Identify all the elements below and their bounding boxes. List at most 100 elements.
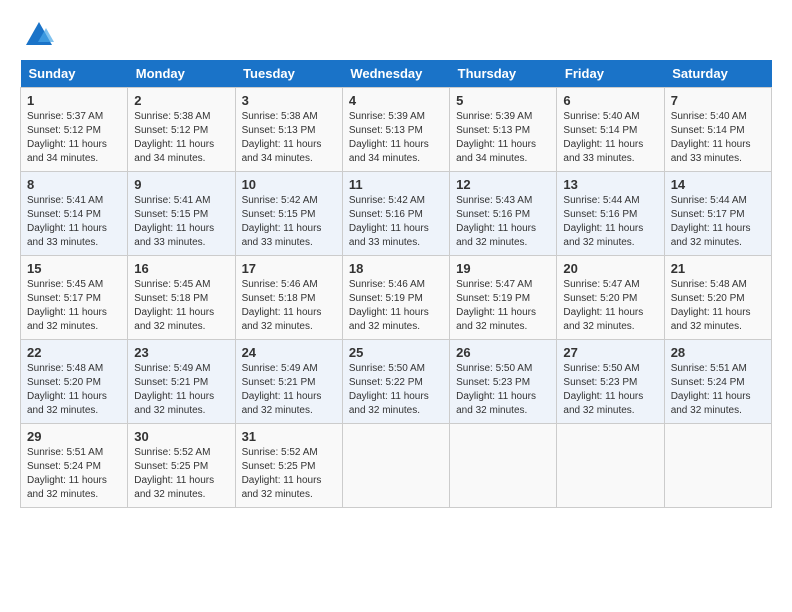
day-number: 15 bbox=[27, 261, 121, 276]
calendar-cell: 7 Sunrise: 5:40 AM Sunset: 5:14 PM Daylig… bbox=[664, 88, 771, 172]
day-number: 14 bbox=[671, 177, 765, 192]
day-info: Sunrise: 5:52 AM Sunset: 5:25 PM Dayligh… bbox=[134, 446, 228, 502]
weekday-header-friday: Friday bbox=[557, 60, 664, 88]
day-number: 7 bbox=[671, 93, 765, 108]
calendar-cell: 4 Sunrise: 5:39 AM Sunset: 5:13 PM Daylig… bbox=[342, 88, 449, 172]
day-number: 13 bbox=[563, 177, 657, 192]
day-info: Sunrise: 5:45 AM Sunset: 5:17 PM Dayligh… bbox=[27, 278, 121, 334]
calendar-cell: 13 Sunrise: 5:44 AM Sunset: 5:16 PM Dayli… bbox=[557, 172, 664, 256]
calendar-cell bbox=[450, 424, 557, 508]
day-number: 25 bbox=[349, 345, 443, 360]
day-number: 18 bbox=[349, 261, 443, 276]
day-info: Sunrise: 5:51 AM Sunset: 5:24 PM Dayligh… bbox=[671, 362, 765, 418]
day-number: 17 bbox=[242, 261, 336, 276]
weekday-header-row: SundayMondayTuesdayWednesdayThursdayFrid… bbox=[21, 60, 772, 88]
day-info: Sunrise: 5:44 AM Sunset: 5:17 PM Dayligh… bbox=[671, 194, 765, 250]
day-number: 12 bbox=[456, 177, 550, 192]
calendar-week-row: 15 Sunrise: 5:45 AM Sunset: 5:17 PM Dayli… bbox=[21, 256, 772, 340]
day-info: Sunrise: 5:51 AM Sunset: 5:24 PM Dayligh… bbox=[27, 446, 121, 502]
calendar-cell: 10 Sunrise: 5:42 AM Sunset: 5:15 PM Dayli… bbox=[235, 172, 342, 256]
day-number: 23 bbox=[134, 345, 228, 360]
calendar-cell bbox=[342, 424, 449, 508]
calendar-week-row: 29 Sunrise: 5:51 AM Sunset: 5:24 PM Dayli… bbox=[21, 424, 772, 508]
page-header bbox=[20, 20, 772, 50]
calendar-cell: 3 Sunrise: 5:38 AM Sunset: 5:13 PM Daylig… bbox=[235, 88, 342, 172]
calendar-cell: 11 Sunrise: 5:42 AM Sunset: 5:16 PM Dayli… bbox=[342, 172, 449, 256]
calendar-week-row: 1 Sunrise: 5:37 AM Sunset: 5:12 PM Daylig… bbox=[21, 88, 772, 172]
day-info: Sunrise: 5:52 AM Sunset: 5:25 PM Dayligh… bbox=[242, 446, 336, 502]
day-info: Sunrise: 5:40 AM Sunset: 5:14 PM Dayligh… bbox=[563, 110, 657, 166]
day-number: 29 bbox=[27, 429, 121, 444]
day-number: 20 bbox=[563, 261, 657, 276]
day-info: Sunrise: 5:49 AM Sunset: 5:21 PM Dayligh… bbox=[134, 362, 228, 418]
weekday-header-wednesday: Wednesday bbox=[342, 60, 449, 88]
day-number: 11 bbox=[349, 177, 443, 192]
day-number: 26 bbox=[456, 345, 550, 360]
day-info: Sunrise: 5:48 AM Sunset: 5:20 PM Dayligh… bbox=[671, 278, 765, 334]
day-info: Sunrise: 5:50 AM Sunset: 5:23 PM Dayligh… bbox=[563, 362, 657, 418]
weekday-header-thursday: Thursday bbox=[450, 60, 557, 88]
day-number: 8 bbox=[27, 177, 121, 192]
calendar-cell: 22 Sunrise: 5:48 AM Sunset: 5:20 PM Dayli… bbox=[21, 340, 128, 424]
calendar-cell: 15 Sunrise: 5:45 AM Sunset: 5:17 PM Dayli… bbox=[21, 256, 128, 340]
calendar-cell: 26 Sunrise: 5:50 AM Sunset: 5:23 PM Dayli… bbox=[450, 340, 557, 424]
day-info: Sunrise: 5:50 AM Sunset: 5:23 PM Dayligh… bbox=[456, 362, 550, 418]
calendar-cell: 29 Sunrise: 5:51 AM Sunset: 5:24 PM Dayli… bbox=[21, 424, 128, 508]
day-info: Sunrise: 5:39 AM Sunset: 5:13 PM Dayligh… bbox=[349, 110, 443, 166]
day-info: Sunrise: 5:47 AM Sunset: 5:19 PM Dayligh… bbox=[456, 278, 550, 334]
logo bbox=[20, 20, 54, 50]
day-number: 4 bbox=[349, 93, 443, 108]
calendar-cell: 2Sunrise: 5:38 AM Sunset: 5:12 PM Daylig… bbox=[128, 88, 235, 172]
calendar-cell bbox=[557, 424, 664, 508]
day-number: 9 bbox=[134, 177, 228, 192]
day-number: 3 bbox=[242, 93, 336, 108]
calendar-cell: 17 Sunrise: 5:46 AM Sunset: 5:18 PM Dayli… bbox=[235, 256, 342, 340]
day-number: 16 bbox=[134, 261, 228, 276]
calendar-cell bbox=[664, 424, 771, 508]
calendar-cell: 5 Sunrise: 5:39 AM Sunset: 5:13 PM Daylig… bbox=[450, 88, 557, 172]
calendar-week-row: 8 Sunrise: 5:41 AM Sunset: 5:14 PM Daylig… bbox=[21, 172, 772, 256]
day-number: 2 bbox=[134, 93, 228, 108]
day-info: Sunrise: 5:40 AM Sunset: 5:14 PM Dayligh… bbox=[671, 110, 765, 166]
calendar-cell: 24Sunrise: 5:49 AM Sunset: 5:21 PM Dayli… bbox=[235, 340, 342, 424]
day-number: 1 bbox=[27, 93, 121, 108]
calendar-cell: 16 Sunrise: 5:45 AM Sunset: 5:18 PM Dayli… bbox=[128, 256, 235, 340]
calendar-cell: 25 Sunrise: 5:50 AM Sunset: 5:22 PM Dayli… bbox=[342, 340, 449, 424]
day-info: Sunrise: 5:41 AM Sunset: 5:15 PM Dayligh… bbox=[134, 194, 228, 250]
day-number: 19 bbox=[456, 261, 550, 276]
calendar-week-row: 22 Sunrise: 5:48 AM Sunset: 5:20 PM Dayli… bbox=[21, 340, 772, 424]
calendar-cell: 19 Sunrise: 5:47 AM Sunset: 5:19 PM Dayli… bbox=[450, 256, 557, 340]
weekday-header-monday: Monday bbox=[128, 60, 235, 88]
day-info: Sunrise: 5:46 AM Sunset: 5:18 PM Dayligh… bbox=[242, 278, 336, 334]
day-info: Sunrise: 5:44 AM Sunset: 5:16 PM Dayligh… bbox=[563, 194, 657, 250]
day-info: Sunrise: 5:45 AM Sunset: 5:18 PM Dayligh… bbox=[134, 278, 228, 334]
calendar-cell: 18 Sunrise: 5:46 AM Sunset: 5:19 PM Dayli… bbox=[342, 256, 449, 340]
calendar-table: SundayMondayTuesdayWednesdayThursdayFrid… bbox=[20, 60, 772, 508]
calendar-cell: 31Sunrise: 5:52 AM Sunset: 5:25 PM Dayli… bbox=[235, 424, 342, 508]
weekday-header-tuesday: Tuesday bbox=[235, 60, 342, 88]
calendar-cell: 1 Sunrise: 5:37 AM Sunset: 5:12 PM Daylig… bbox=[21, 88, 128, 172]
day-info: Sunrise: 5:50 AM Sunset: 5:22 PM Dayligh… bbox=[349, 362, 443, 418]
calendar-cell: 12 Sunrise: 5:43 AM Sunset: 5:16 PM Dayli… bbox=[450, 172, 557, 256]
day-info: Sunrise: 5:39 AM Sunset: 5:13 PM Dayligh… bbox=[456, 110, 550, 166]
calendar-cell: 6 Sunrise: 5:40 AM Sunset: 5:14 PM Daylig… bbox=[557, 88, 664, 172]
day-info: Sunrise: 5:38 AM Sunset: 5:13 PM Dayligh… bbox=[242, 110, 336, 166]
day-number: 28 bbox=[671, 345, 765, 360]
day-number: 10 bbox=[242, 177, 336, 192]
logo-icon bbox=[24, 20, 54, 50]
day-number: 5 bbox=[456, 93, 550, 108]
day-info: Sunrise: 5:43 AM Sunset: 5:16 PM Dayligh… bbox=[456, 194, 550, 250]
calendar-cell: 28 Sunrise: 5:51 AM Sunset: 5:24 PM Dayli… bbox=[664, 340, 771, 424]
day-number: 21 bbox=[671, 261, 765, 276]
day-number: 6 bbox=[563, 93, 657, 108]
day-info: Sunrise: 5:42 AM Sunset: 5:15 PM Dayligh… bbox=[242, 194, 336, 250]
day-info: Sunrise: 5:42 AM Sunset: 5:16 PM Dayligh… bbox=[349, 194, 443, 250]
day-info: Sunrise: 5:48 AM Sunset: 5:20 PM Dayligh… bbox=[27, 362, 121, 418]
day-info: Sunrise: 5:49 AM Sunset: 5:21 PM Dayligh… bbox=[242, 362, 336, 418]
day-info: Sunrise: 5:37 AM Sunset: 5:12 PM Dayligh… bbox=[27, 110, 121, 166]
day-number: 22 bbox=[27, 345, 121, 360]
day-info: Sunrise: 5:41 AM Sunset: 5:14 PM Dayligh… bbox=[27, 194, 121, 250]
calendar-cell: 23 Sunrise: 5:49 AM Sunset: 5:21 PM Dayli… bbox=[128, 340, 235, 424]
calendar-cell: 14 Sunrise: 5:44 AM Sunset: 5:17 PM Dayli… bbox=[664, 172, 771, 256]
day-info: Sunrise: 5:46 AM Sunset: 5:19 PM Dayligh… bbox=[349, 278, 443, 334]
